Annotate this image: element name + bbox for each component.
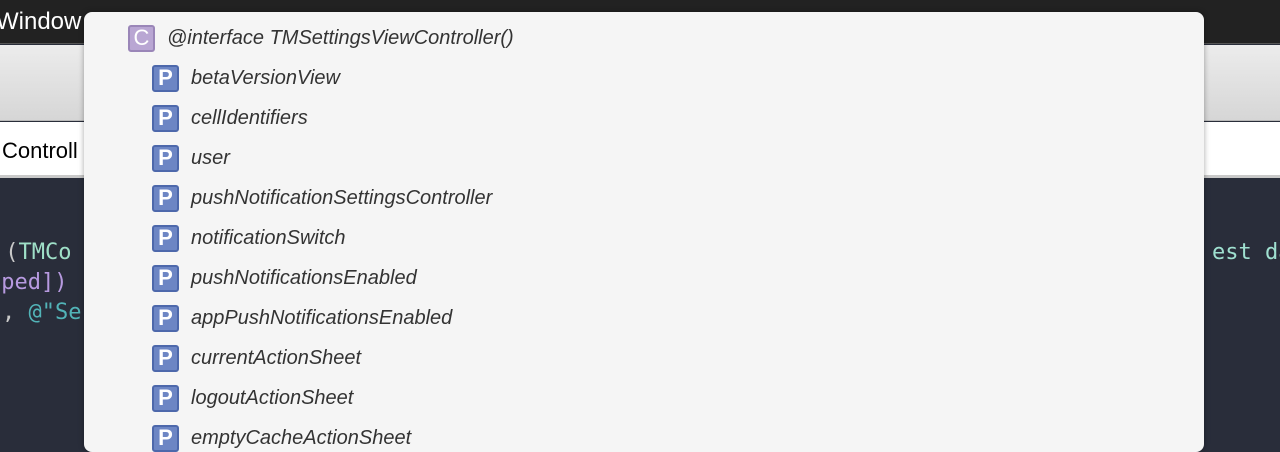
property-icon: P xyxy=(152,304,179,332)
tab-label[interactable]: Controll xyxy=(2,138,78,164)
code-text: , xyxy=(2,300,29,325)
code-text: :( xyxy=(0,240,19,265)
interface-header[interactable]: C @interface TMSettingsViewController() xyxy=(128,18,514,58)
property-icon: P xyxy=(152,344,179,372)
property-label: currentActionSheet xyxy=(191,346,362,369)
property-item[interactable]: PnotificationSwitch xyxy=(152,218,346,258)
property-item[interactable]: PcurrentActionSheet xyxy=(152,338,361,378)
code-text: uped]) xyxy=(0,270,68,295)
property-icon: P xyxy=(152,144,179,172)
property-item[interactable]: PpushNotificationsEnabled xyxy=(152,258,417,298)
property-icon: P xyxy=(152,104,179,132)
property-icon: P xyxy=(152,64,179,92)
property-icon: P xyxy=(152,264,179,292)
code-text: TMCo xyxy=(18,240,72,265)
property-label: pushNotificationsEnabled xyxy=(191,266,417,289)
property-label: appPushNotificationsEnabled xyxy=(191,306,453,329)
property-label: pushNotificationSettingsController xyxy=(191,186,493,209)
property-label: betaVersionView xyxy=(191,66,340,89)
property-item[interactable]: Puser xyxy=(152,138,230,178)
property-item[interactable]: PpushNotificationSettingsController xyxy=(152,178,492,218)
completion-popup: C @interface TMSettingsViewController() … xyxy=(84,12,1204,452)
property-label: notificationSwitch xyxy=(191,226,346,249)
property-icon: P xyxy=(152,424,179,452)
property-icon: P xyxy=(152,224,179,252)
property-item[interactable]: PemptyCacheActionSheet xyxy=(152,418,411,452)
window-title: Window xyxy=(0,8,82,35)
property-item[interactable]: PlogoutActionSheet xyxy=(152,378,353,418)
code-text: est da xyxy=(1212,240,1280,265)
property-item[interactable]: PappPushNotificationsEnabled xyxy=(152,298,452,338)
property-icon: P xyxy=(152,184,179,212)
property-label: user xyxy=(191,146,230,169)
property-item[interactable]: PcellIdentifiers xyxy=(152,98,308,138)
property-label: logoutActionSheet xyxy=(191,386,354,409)
property-icon: P xyxy=(152,384,179,412)
property-item[interactable]: PbetaVersionView xyxy=(152,58,340,98)
class-icon: C xyxy=(128,24,155,52)
property-label: emptyCacheActionSheet xyxy=(191,426,412,449)
property-label: cellIdentifiers xyxy=(191,106,308,129)
interface-label: @interface TMSettingsViewController() xyxy=(167,26,514,49)
code-text: @"Se xyxy=(28,300,82,325)
